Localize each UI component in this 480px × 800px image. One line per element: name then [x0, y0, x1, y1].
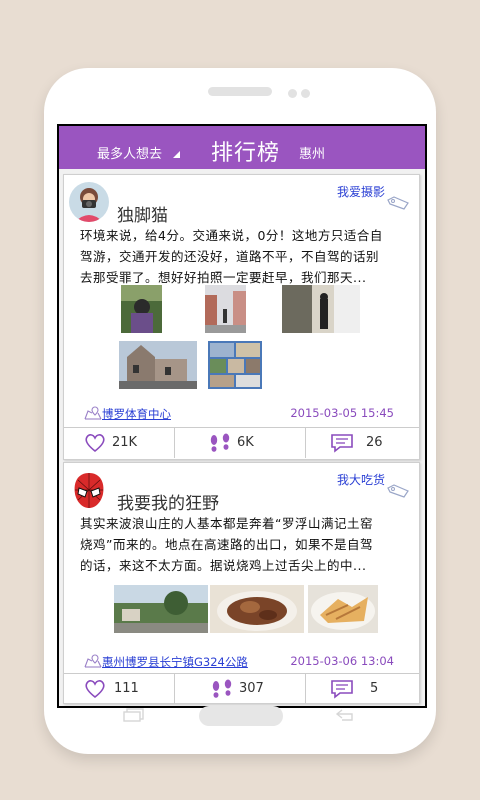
post-text: 环境来说，给4分。交通来说，0分！这地方只适合自 驾游，交通开发的还没好，道路不…: [80, 225, 405, 288]
phone-frame: 最多人想去 排行榜 惠州 独脚猫 我爱摄影 环境来说，给4分。交通来说，0分！这…: [44, 68, 436, 754]
post-actions: 111 307 5: [64, 673, 419, 704]
category-tag[interactable]: 我大吃货: [337, 471, 385, 488]
comment-button[interactable]: 26: [306, 428, 419, 458]
post-photo[interactable]: [210, 585, 304, 633]
location-link[interactable]: 惠州博罗县长宁镇G324公路: [102, 654, 248, 670]
price-tag-icon: [387, 484, 409, 498]
top-bar: 最多人想去 排行榜 惠州: [59, 126, 425, 169]
visit-button[interactable]: 6K: [175, 428, 305, 458]
post-photo[interactable]: [121, 285, 162, 333]
heart-icon: [85, 680, 105, 699]
post-timestamp: 2015-03-06 13:04: [290, 654, 394, 668]
post-text-line: 其实来波浪山庄的人基本都是奔着“罗浮山满记土窑: [80, 516, 373, 531]
footprints-icon: [212, 679, 232, 698]
map-pin-icon: [84, 406, 102, 420]
post-photo[interactable]: [114, 585, 208, 633]
like-button[interactable]: 21K: [64, 428, 174, 458]
category-dropdown[interactable]: 最多人想去: [97, 143, 162, 162]
like-count: 111: [114, 681, 139, 696]
comment-icon: [331, 434, 353, 453]
visit-count: 6K: [237, 435, 254, 450]
post-card[interactable]: 独脚猫 我爱摄影 环境来说，给4分。交通来说，0分！这地方只适合自 驾游，交通开…: [63, 174, 420, 460]
like-button[interactable]: 111: [64, 674, 174, 704]
avatar[interactable]: [69, 470, 109, 510]
post-feed: 独脚猫 我爱摄影 环境来说，给4分。交通来说，0分！这地方只适合自 驾游，交通开…: [59, 169, 425, 706]
post-text-line: 的话，来这不太方面。据说烧鸡上过舌尖上的中...: [80, 558, 367, 573]
city-selector[interactable]: 惠州: [299, 143, 325, 162]
home-button[interactable]: [199, 706, 283, 726]
phone-sensor: [288, 89, 297, 98]
post-timestamp: 2015-03-05 15:45: [290, 406, 394, 420]
location-link[interactable]: 博罗体育中心: [102, 406, 171, 422]
username[interactable]: 独脚猫: [117, 201, 168, 226]
post-text-line: 驾游，交通开发的还没好，道路不平，不自驾的话别: [80, 249, 380, 264]
post-photo[interactable]: [119, 341, 197, 389]
app-screen: 最多人想去 排行榜 惠州 独脚猫 我爱摄影 环境来说，给4分。交通来说，0分！这…: [57, 124, 427, 708]
comment-count: 26: [366, 435, 383, 450]
username[interactable]: 我要我的狂野: [117, 489, 219, 514]
phone-speaker: [208, 87, 272, 96]
visit-count: 307: [239, 681, 264, 696]
heart-icon: [85, 434, 105, 453]
post-text: 其实来波浪山庄的人基本都是奔着“罗浮山满记土窑 烧鸡”而来的。地点在高速路的出口…: [80, 513, 405, 576]
page-title: 排行榜: [211, 141, 281, 166]
comment-button[interactable]: 5: [306, 674, 419, 704]
comment-icon: [331, 680, 353, 699]
post-text-line: 环境来说，给4分。交通来说，0分！这地方只适合自: [80, 228, 383, 243]
post-photo[interactable]: [208, 341, 262, 389]
post-actions: 21K 6K 26: [64, 427, 419, 458]
post-photo[interactable]: [308, 585, 378, 633]
post-photo[interactable]: [282, 285, 360, 333]
recent-apps-icon[interactable]: [122, 708, 146, 722]
price-tag-icon: [387, 196, 409, 210]
dropdown-triangle-icon[interactable]: [173, 151, 180, 158]
back-icon[interactable]: [334, 708, 358, 722]
avatar[interactable]: [69, 182, 109, 222]
visit-button[interactable]: 307: [175, 674, 305, 704]
phone-camera: [301, 89, 310, 98]
comment-count: 5: [370, 681, 379, 696]
post-text-line: 烧鸡”而来的。地点在高速路的出口，如果不是自驾: [80, 537, 373, 552]
post-card[interactable]: 我要我的狂野 我大吃货 其实来波浪山庄的人基本都是奔着“罗浮山满记土窑 烧鸡”而…: [63, 462, 420, 704]
post-photo[interactable]: [205, 285, 246, 333]
category-tag[interactable]: 我爱摄影: [337, 183, 385, 200]
map-pin-icon: [84, 654, 102, 668]
like-count: 21K: [112, 435, 138, 450]
footprints-icon: [210, 433, 230, 452]
